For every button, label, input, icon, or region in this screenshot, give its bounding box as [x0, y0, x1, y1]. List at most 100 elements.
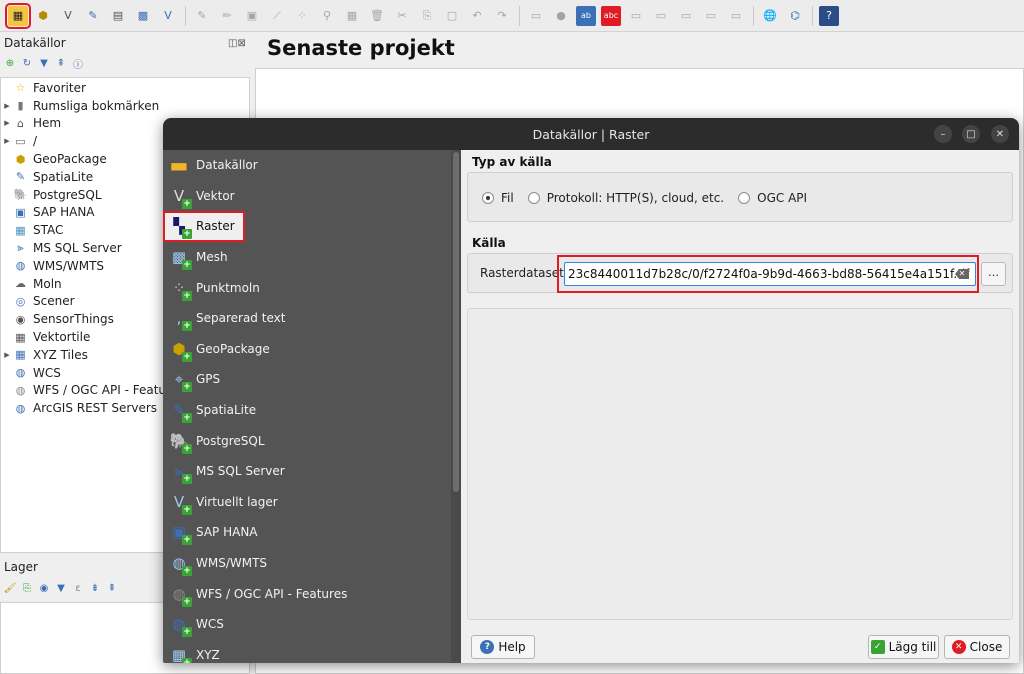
collapse-all-icon[interactable]: ⇞: [55, 57, 67, 69]
filter-expression-icon[interactable]: ε: [72, 582, 84, 594]
new-geopackage-layer-icon[interactable]: ⬢: [33, 6, 53, 26]
sidebar-item-xyz[interactable]: ▦ + XYZ: [163, 640, 451, 663]
rotate-label-icon[interactable]: ▭: [676, 6, 696, 26]
edit-table-icon[interactable]: ▦: [342, 6, 362, 26]
toggle-editing-icon[interactable]: ✎: [192, 6, 212, 26]
radio-source-type-2[interactable]: [738, 192, 751, 204]
new-vector-layer-icon[interactable]: V: [58, 6, 78, 26]
help-icon[interactable]: ?: [819, 5, 839, 26]
sidebar-scroll-thumb[interactable]: [453, 152, 459, 492]
new-memory-layer-icon[interactable]: ▤: [108, 6, 128, 26]
sidebar-item-mesh[interactable]: ▩ + Mesh: [163, 242, 451, 273]
python-console-icon[interactable]: ⌬: [785, 6, 805, 26]
style-manager-icon[interactable]: 🖌: [4, 582, 17, 594]
data-source-manager-icon[interactable]: ▦: [5, 2, 31, 29]
spatialite-icon: ✎ +: [172, 401, 192, 424]
radio-source-type-1[interactable]: [527, 192, 540, 204]
modify-attributes-icon[interactable]: ⚲: [317, 6, 337, 26]
sidebar-item-gps[interactable]: ⌖ + GPS: [163, 364, 451, 395]
sidebar-item-label: WCS: [196, 617, 224, 632]
sidebar-item-vektor[interactable]: V + Vektor: [163, 181, 451, 212]
minimize-icon[interactable]: –: [934, 125, 952, 143]
sidebar-scrollbar[interactable]: [451, 150, 461, 663]
show-hide-labels-icon[interactable]: ▭: [726, 6, 746, 26]
sidebar-item-sap-hana[interactable]: ▣ + SAP HANA: [163, 517, 451, 548]
delete-selected-icon[interactable]: 🗑: [367, 6, 387, 26]
new-mesh-layer-icon[interactable]: ▩: [133, 6, 153, 26]
collapse-layers-icon[interactable]: ⇞: [106, 582, 118, 594]
sidebar-item-wms-wmts[interactable]: ◍ + WMS/WMTS: [163, 548, 451, 579]
browser-item-rumsliga-bokmärken[interactable]: ▶ ▮ Rumsliga bokmärken: [1, 97, 249, 115]
close-circle-icon: ✕: [951, 640, 966, 654]
radio-source-type-0[interactable]: [482, 192, 494, 204]
add-plus-icon: +: [182, 474, 192, 485]
plugin-globe-icon[interactable]: 🌐: [760, 6, 780, 26]
browser-item-label: WCS: [33, 365, 61, 380]
toolbar-separator: [185, 5, 186, 26]
xyz-tiles-icon: ▦: [15, 348, 26, 362]
digitize-line-icon[interactable]: ⟋: [267, 6, 287, 26]
expand-all-icon[interactable]: ⇟: [89, 582, 101, 594]
expand-arrow-icon[interactable]: ▶: [1, 119, 13, 127]
change-label-icon[interactable]: ▭: [701, 6, 721, 26]
sidebar-item-separerad-text[interactable]: , + Separerad text: [163, 303, 451, 334]
info-icon[interactable]: ⓘ: [72, 57, 84, 71]
radio-label[interactable]: OGC API: [757, 191, 807, 205]
add-selected-layers-icon[interactable]: ⊕: [4, 57, 16, 69]
cut-features-icon[interactable]: ✂: [392, 6, 412, 26]
filter-icon[interactable]: ▼: [38, 57, 50, 69]
pin-labels-icon[interactable]: ●: [551, 6, 571, 26]
current-edits-icon[interactable]: ✏: [217, 6, 237, 26]
sidebar-item-wcs[interactable]: ◍ + WCS: [163, 609, 451, 640]
sidebar-item-raster[interactable]: ▚ + Raster: [163, 211, 245, 242]
close-window-icon[interactable]: ✕: [991, 125, 1009, 143]
vertex-tool-icon[interactable]: ⁘: [292, 6, 312, 26]
sidebar-item-virtuellt-lager[interactable]: V + Virtuellt lager: [163, 487, 451, 518]
show-pinned-labels-icon[interactable]: ▭: [626, 6, 646, 26]
refresh-icon[interactable]: ↻: [21, 57, 33, 69]
layer-labeling-icon[interactable]: ab: [576, 5, 596, 26]
new-spatialite-layer-icon[interactable]: ✎: [83, 6, 103, 26]
expand-arrow-icon[interactable]: ▶: [1, 351, 13, 359]
add-button[interactable]: ✓ Lägg till: [868, 635, 939, 659]
redo-icon[interactable]: ↷: [492, 6, 512, 26]
filter-legend-icon[interactable]: ▼: [55, 582, 67, 594]
sidebar-item-label: XYZ: [196, 647, 220, 662]
dialog-titlebar: Datakällor | Raster – □ ✕: [163, 118, 1019, 150]
label-toolbar-icon[interactable]: ▭: [526, 6, 546, 26]
expand-arrow-icon[interactable]: ▶: [1, 102, 13, 110]
browser-item-label: Favoriter: [33, 80, 86, 95]
sidebar-item-datakällor[interactable]: ▬ Datakällor: [163, 150, 451, 181]
sidebar-item-punktmoln[interactable]: ⁘ + Punktmoln: [163, 272, 451, 303]
copy-features-icon[interactable]: ⎘: [417, 6, 437, 26]
visibility-icon[interactable]: ◉: [38, 582, 50, 594]
sidebar-item-postgresql[interactable]: 🐘 + PostgreSQL: [163, 425, 451, 456]
undo-icon[interactable]: ↶: [467, 6, 487, 26]
raster-dataset-input[interactable]: 23c8440011d7b28c/0/f2724f0a-9b9d-4663-bd…: [564, 262, 976, 286]
layer-diagram-icon[interactable]: abc: [601, 5, 621, 26]
maximize-icon[interactable]: □: [962, 125, 980, 143]
add-plus-icon: +: [182, 596, 192, 607]
add-plus-icon: +: [182, 413, 192, 424]
radio-label[interactable]: Fil: [501, 191, 514, 205]
panel-float-close-icon[interactable]: ◫⊠: [228, 38, 246, 49]
sidebar-item-ms-sql-server[interactable]: ⫸ + MS SQL Server: [163, 456, 451, 487]
save-edits-icon[interactable]: ▣: [242, 6, 262, 26]
move-label-icon[interactable]: ▭: [651, 6, 671, 26]
sidebar-item-geopackage[interactable]: ⬢ + GeoPackage: [163, 334, 451, 365]
close-button[interactable]: ✕ Close: [944, 635, 1010, 659]
add-group-icon[interactable]: ⎘: [21, 582, 33, 594]
paste-features-icon[interactable]: ▢: [442, 6, 462, 26]
help-button[interactable]: ? Help: [471, 635, 535, 659]
browser-item-label: MS SQL Server: [33, 241, 122, 256]
sidebar-item-spatialite[interactable]: ✎ + SpatiaLite: [163, 395, 451, 426]
browse-button[interactable]: …: [981, 262, 1006, 286]
expand-arrow-icon[interactable]: ▶: [1, 137, 13, 145]
new-virtual-layer-icon[interactable]: V: [158, 6, 178, 26]
main-toolbar: ▦ ⬢ V ✎ ▤ ▩ V ✎ ✏ ▣ ⟋ ⁘ ⚲ ▦ 🗑 ✂ ⎘ ▢ ↶ ↷ …: [0, 0, 1024, 32]
sidebar-item-wfs-ogc-api-features[interactable]: ◍ + WFS / OGC API - Features: [163, 578, 451, 609]
sidebar-item-label: SAP HANA: [196, 525, 258, 540]
mssql-icon: ⫸: [17, 241, 24, 255]
radio-label[interactable]: Protokoll: HTTP(S), cloud, etc.: [547, 191, 724, 205]
browser-item-favoriter[interactable]: ☆ Favoriter: [1, 79, 249, 97]
